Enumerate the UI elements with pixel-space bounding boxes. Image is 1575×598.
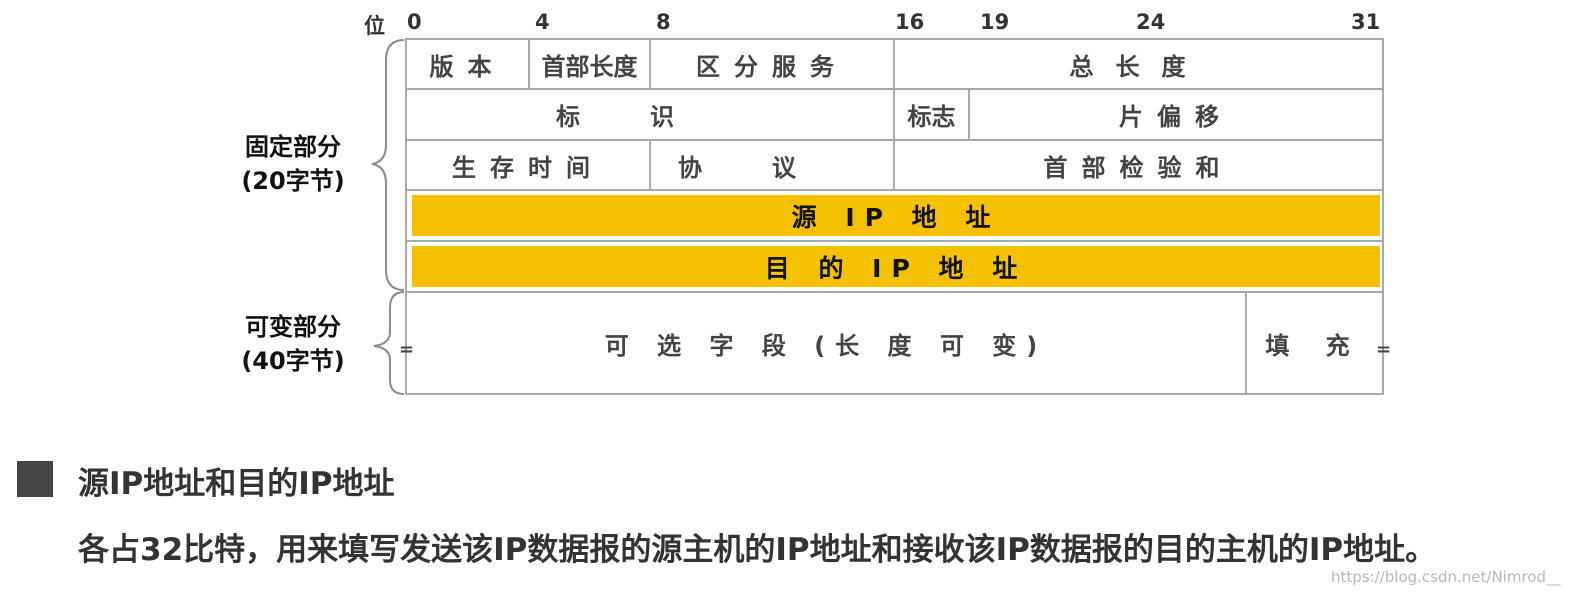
variable-part-size: (40字节) (241, 347, 345, 375)
field-version: 版本 (429, 52, 506, 81)
bit-tick-16: 16 (895, 10, 925, 34)
bullet-square-icon (17, 461, 53, 497)
bit-tick-4: 4 (535, 10, 550, 34)
section-heading: 源IP地址和目的IP地址 (78, 466, 395, 502)
field-destination-ip: 目 的 IP 地 址 (412, 246, 1380, 287)
bit-tick-19: 19 (980, 10, 1010, 34)
field-protocol: 协议 (678, 153, 866, 182)
field-time-to-live: 生存时间 (452, 153, 604, 182)
bit-tick-8: 8 (656, 10, 671, 34)
section-description: 各占32比特，用来填写发送该IP数据报的源主机的IP地址和接收该IP数据报的目的… (78, 532, 1437, 568)
variable-part-label: 可变部分 (40字节) (228, 310, 358, 378)
field-header-checksum: 首部检验和 (1043, 153, 1234, 182)
bit-tick-24: 24 (1136, 10, 1166, 34)
bit-tick-31: 31 (1351, 10, 1381, 34)
continuation-mark: = (1376, 339, 1392, 360)
watermark: https://blog.csdn.net/Nimrod__ (1331, 568, 1561, 586)
field-total-length: 总长度 (1069, 52, 1208, 81)
field-fragment-offset: 片偏移 (1119, 103, 1233, 131)
braces (371, 39, 405, 395)
field-source-ip: 源 IP 地 址 (412, 195, 1380, 236)
variable-part-brace (373, 291, 405, 395)
fixed-part-size: (20字节) (241, 167, 345, 195)
fixed-part-title: 固定部分 (245, 133, 341, 161)
fixed-part-label: 固定部分 (20字节) (228, 130, 358, 198)
fixed-part-brace (371, 39, 405, 291)
field-options: 可 选 字 段 (长 度 可 变) (604, 331, 1048, 360)
row-divider (405, 240, 1384, 242)
field-identification: 标识 (556, 103, 744, 131)
field-flags: 标志 (907, 103, 956, 131)
field-header-length: 首部长度 (541, 52, 638, 81)
variable-part-title: 可变部分 (245, 313, 341, 341)
bit-tick-0: 0 (407, 10, 422, 34)
field-padding: 填 充 (1265, 331, 1364, 360)
field-differentiated-services: 区分服务 (696, 52, 848, 81)
